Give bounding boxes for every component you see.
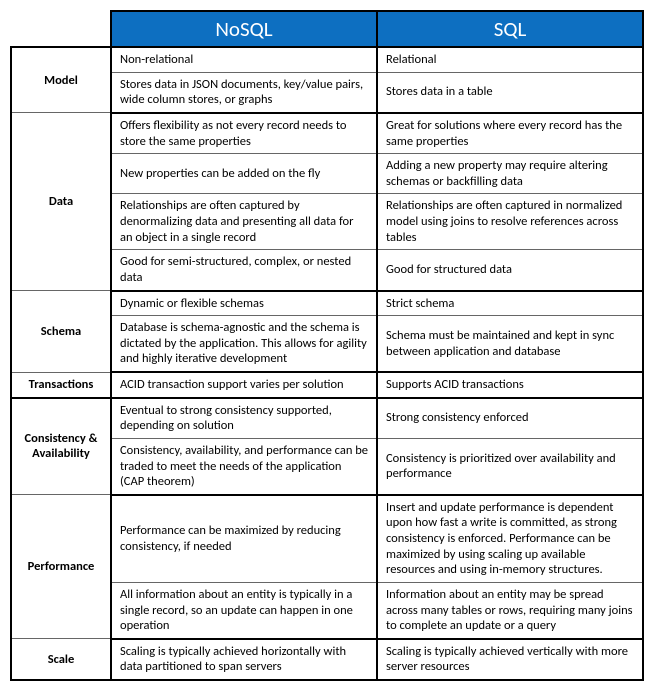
section-label-performance: Performance bbox=[11, 495, 111, 639]
section-label-model: Model bbox=[11, 47, 111, 113]
cell-sql: Information about an entity may be sprea… bbox=[377, 582, 643, 638]
header-nosql: NoSQL bbox=[111, 11, 377, 47]
cell-nosql: Scaling is typically achieved horizontal… bbox=[111, 639, 377, 680]
cell-sql: Consistency is prioritized over availabi… bbox=[377, 438, 643, 494]
table-header-row: NoSQL SQL bbox=[11, 11, 643, 47]
cell-sql: Great for solutions where every record h… bbox=[377, 113, 643, 154]
table-row: Model Non-relational Relational bbox=[11, 47, 643, 72]
table-row: Schema Dynamic or flexible schemas Stric… bbox=[11, 291, 643, 316]
section-label-data: Data bbox=[11, 113, 111, 291]
table-row: Data Offers flexibility as not every rec… bbox=[11, 113, 643, 154]
section-label-scale: Scale bbox=[11, 639, 111, 680]
cell-nosql: Relationships are often captured by deno… bbox=[111, 194, 377, 250]
cell-nosql: Database is schema-agnostic and the sche… bbox=[111, 316, 377, 372]
table-row: Performance Performance can be maximized… bbox=[11, 495, 643, 583]
cell-nosql: Offers flexibility as not every record n… bbox=[111, 113, 377, 154]
section-label-transactions: Transactions bbox=[11, 372, 111, 398]
table-row: Transactions ACID transaction support va… bbox=[11, 372, 643, 398]
cell-nosql: Stores data in JSON documents, key/value… bbox=[111, 72, 377, 113]
cell-sql: Good for structured data bbox=[377, 250, 643, 291]
cell-sql: Relationships are often captured in norm… bbox=[377, 194, 643, 250]
cell-nosql: New properties can be added on the fly bbox=[111, 154, 377, 194]
cell-sql: Schema must be maintained and kept in sy… bbox=[377, 316, 643, 372]
cell-sql: Strict schema bbox=[377, 291, 643, 316]
section-label-consistency: Consistency & Availability bbox=[11, 398, 111, 495]
cell-nosql: Dynamic or flexible schemas bbox=[111, 291, 377, 316]
section-label-schema: Schema bbox=[11, 291, 111, 373]
cell-sql: Stores data in a table bbox=[377, 72, 643, 113]
cell-nosql: Consistency, availability, and performan… bbox=[111, 438, 377, 494]
cell-nosql: Good for semi-structured, complex, or ne… bbox=[111, 250, 377, 291]
table-row: Consistency & Availability Eventual to s… bbox=[11, 398, 643, 439]
cell-nosql: All information about an entity is typic… bbox=[111, 582, 377, 638]
cell-nosql: Eventual to strong consistency supported… bbox=[111, 398, 377, 439]
header-corner bbox=[11, 11, 111, 47]
cell-sql: Relational bbox=[377, 47, 643, 72]
header-sql: SQL bbox=[377, 11, 643, 47]
cell-sql: Scaling is typically achieved vertically… bbox=[377, 639, 643, 680]
cell-nosql: ACID transaction support varies per solu… bbox=[111, 372, 377, 398]
table-row: Scale Scaling is typically achieved hori… bbox=[11, 639, 643, 680]
comparison-table: NoSQL SQL Model Non-relational Relationa… bbox=[10, 10, 644, 681]
cell-sql: Adding a new property may require alteri… bbox=[377, 154, 643, 194]
cell-sql: Insert and update performance is depende… bbox=[377, 495, 643, 583]
cell-nosql: Non-relational bbox=[111, 47, 377, 72]
cell-sql: Strong consistency enforced bbox=[377, 398, 643, 439]
cell-nosql: Performance can be maximized by reducing… bbox=[111, 495, 377, 583]
cell-sql: Supports ACID transactions bbox=[377, 372, 643, 398]
